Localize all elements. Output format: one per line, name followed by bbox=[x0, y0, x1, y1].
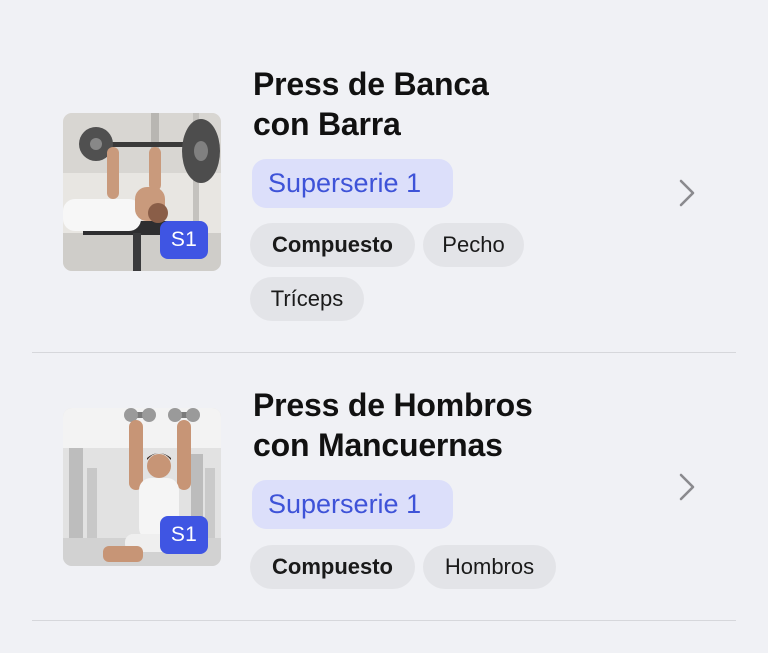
superset-badge: S1 bbox=[160, 221, 208, 259]
tag-muscle-triceps: Tríceps bbox=[250, 277, 364, 321]
exercise-title: Press de Hombros con Mancuernas bbox=[253, 387, 533, 463]
exercise-title: Press de Banca con Barra bbox=[253, 66, 489, 142]
tag-muscle-chest: Pecho bbox=[423, 223, 524, 267]
tag-compound: Compuesto bbox=[250, 545, 415, 589]
exercise-list: S1 Press de Banca con Barra Superserie 1… bbox=[0, 0, 768, 653]
exercise-row-bench-press[interactable]: S1 Press de Banca con Barra Superserie 1… bbox=[0, 0, 768, 353]
exercise-thumbnail: S1 bbox=[63, 113, 221, 271]
exercise-thumbnail: S1 bbox=[63, 408, 221, 566]
row-divider bbox=[32, 620, 736, 621]
superset-label: Superserie 1 bbox=[252, 159, 453, 208]
chevron-right-icon[interactable] bbox=[676, 177, 700, 209]
superset-badge: S1 bbox=[160, 516, 208, 554]
tag-muscle-shoulders: Hombros bbox=[423, 545, 556, 589]
exercise-row-shoulder-press[interactable]: S1 Press de Hombros con Mancuernas Super… bbox=[0, 353, 768, 621]
tag-compound: Compuesto bbox=[250, 223, 415, 267]
superset-label: Superserie 1 bbox=[252, 480, 453, 529]
chevron-right-icon[interactable] bbox=[676, 471, 700, 503]
